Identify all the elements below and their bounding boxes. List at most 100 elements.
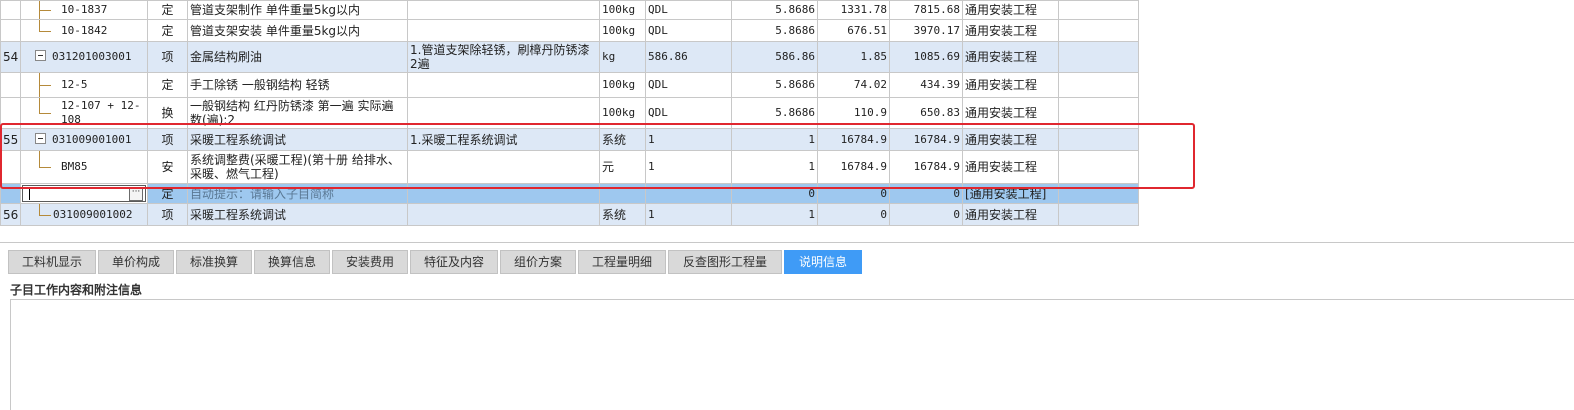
tab-description-info[interactable]: 说明信息 (784, 250, 862, 274)
item-kind[interactable]: 换 (147, 97, 188, 129)
item-category[interactable]: 通用安装工程 (962, 41, 1059, 73)
item-kind[interactable]: 定 (147, 19, 188, 42)
item-feature[interactable] (407, 150, 600, 184)
item-feature[interactable]: 1.管道支架除轻锈，刷樟丹防锈漆2遍 (407, 41, 600, 73)
tab-reverse-graphic-quantity[interactable]: 反查图形工程量 (668, 250, 782, 274)
table-row-editing[interactable]: ··· 定 自动提示：请输入子目简称 0 0 0 [通用安装工程] (0, 183, 1139, 204)
item-category[interactable]: [通用安装工程] (962, 183, 1059, 204)
table-row[interactable]: BM85 安 系统调整费(采暖工程)(第十册 给排水、采暖、燃气工程) 元 1 … (0, 150, 1139, 184)
table-row[interactable]: 10-1837 定 管道支架制作 单件重量5kg以内 100kg QDL 5.8… (0, 0, 1139, 20)
quantity[interactable]: 1 (731, 128, 818, 151)
item-name[interactable]: 一般钢结构 红丹防锈漆 第一遍 实际遍数(遍):2 (187, 97, 408, 129)
code-input[interactable]: ··· (20, 183, 148, 204)
table-row[interactable]: 56 031009001002 项 采暖工程系统调试 系统 1 1 0 0 通用… (0, 203, 1139, 226)
tab-labor-material-machine[interactable]: 工料机显示 (8, 250, 96, 274)
quantity[interactable]: 1 (731, 150, 818, 184)
item-kind[interactable]: 定 (147, 72, 188, 98)
quantity[interactable]: 5.8686 (731, 19, 818, 42)
quantity-expression[interactable]: 586.86 (645, 41, 732, 73)
item-name[interactable]: 采暖工程系统调试 (187, 128, 408, 151)
empty-cell (1058, 41, 1139, 73)
item-unit[interactable]: kg (599, 41, 646, 73)
item-name[interactable]: 金属结构刷油 (187, 41, 408, 73)
tab-unit-price-composition[interactable]: 单价构成 (98, 250, 174, 274)
item-code[interactable]: 10-1842 (20, 19, 148, 42)
item-unit[interactable]: 系统 (599, 128, 646, 151)
quantity-expression[interactable]: 1 (645, 203, 732, 226)
table-row[interactable]: 12-5 定 手工除锈 一般钢结构 轻锈 100kg QDL 5.8686 74… (0, 72, 1139, 98)
item-category[interactable]: 通用安装工程 (962, 72, 1059, 98)
quantity-expression[interactable]: QDL (645, 97, 732, 129)
item-unit[interactable]: 100kg (599, 0, 646, 20)
total-price: 1085.69 (889, 41, 963, 73)
table-row[interactable]: 12-107 + 12-108 换 一般钢结构 红丹防锈漆 第一遍 实际遍数(遍… (0, 97, 1139, 129)
item-kind[interactable]: 项 (147, 128, 188, 151)
item-name[interactable]: 采暖工程系统调试 (187, 203, 408, 226)
table-row[interactable]: 10-1842 定 管道支架安装 单件重量5kg以内 100kg QDL 5.8… (0, 19, 1139, 42)
item-feature[interactable] (407, 183, 600, 204)
tab-quantity-detail[interactable]: 工程量明细 (578, 250, 666, 274)
quantity[interactable]: 0 (731, 183, 818, 204)
quantity-expression[interactable]: QDL (645, 72, 732, 98)
item-unit[interactable]: 100kg (599, 72, 646, 98)
work-content-textarea[interactable] (10, 299, 1574, 410)
quantity[interactable]: 1 (731, 203, 818, 226)
bill-grid: 10-1837 定 管道支架制作 单件重量5kg以内 100kg QDL 5.8… (0, 0, 1139, 226)
item-unit[interactable]: 100kg (599, 97, 646, 129)
collapse-icon[interactable] (35, 50, 46, 61)
item-unit[interactable] (599, 183, 646, 204)
item-code[interactable]: 10-1837 (20, 0, 148, 20)
item-unit[interactable]: 元 (599, 150, 646, 184)
item-name[interactable]: 系统调整费(采暖工程)(第十册 给排水、采暖、燃气工程) (187, 150, 408, 184)
quantity-expression[interactable]: QDL (645, 19, 732, 42)
table-row[interactable]: 55 031009001001 项 采暖工程系统调试 1.采暖工程系统调试 系统… (0, 128, 1139, 151)
item-category[interactable]: 通用安装工程 (962, 203, 1059, 226)
item-code[interactable]: 12-107 + 12-108 (20, 97, 148, 129)
quantity-expression[interactable] (645, 183, 732, 204)
item-code[interactable]: 031009001001 (20, 128, 148, 151)
item-category[interactable]: 通用安装工程 (962, 19, 1059, 42)
item-category[interactable]: 通用安装工程 (962, 0, 1059, 20)
tab-pricing-scheme[interactable]: 组价方案 (500, 250, 576, 274)
item-code[interactable]: 031201003001 (20, 41, 148, 73)
item-code[interactable]: BM85 (20, 150, 148, 184)
item-feature[interactable] (407, 97, 600, 129)
quantity-expression[interactable]: QDL (645, 0, 732, 20)
quantity[interactable]: 5.8686 (731, 97, 818, 129)
item-kind[interactable]: 项 (147, 41, 188, 73)
table-row[interactable]: 54 031201003001 项 金属结构刷油 1.管道支架除轻锈，刷樟丹防锈… (0, 41, 1139, 73)
item-category[interactable]: 通用安装工程 (962, 97, 1059, 129)
row-number (0, 150, 21, 184)
item-kind[interactable]: 定 (147, 0, 188, 20)
item-feature[interactable]: 1.采暖工程系统调试 (407, 128, 600, 151)
quantity[interactable]: 5.8686 (731, 72, 818, 98)
tab-standard-conversion[interactable]: 标准换算 (176, 250, 252, 274)
quantity[interactable]: 5.8686 (731, 0, 818, 20)
collapse-icon[interactable] (35, 132, 46, 144)
item-kind[interactable]: 定 (147, 183, 188, 204)
tab-installation-fee[interactable]: 安装费用 (332, 250, 408, 274)
item-category[interactable]: 通用安装工程 (962, 150, 1059, 184)
tab-conversion-info[interactable]: 换算信息 (254, 250, 330, 274)
item-feature[interactable] (407, 72, 600, 98)
item-code[interactable]: 031009001002 (20, 203, 148, 226)
total-price: 0 (889, 183, 963, 204)
item-code[interactable]: 12-5 (20, 72, 148, 98)
item-feature[interactable] (407, 19, 600, 42)
item-unit[interactable]: 系统 (599, 203, 646, 226)
item-kind[interactable]: 安 (147, 150, 188, 184)
item-feature[interactable] (407, 0, 600, 20)
tab-features-content[interactable]: 特征及内容 (410, 250, 498, 274)
quantity-expression[interactable]: 1 (645, 150, 732, 184)
ellipsis-icon[interactable]: ··· (129, 187, 143, 201)
item-kind[interactable]: 项 (147, 203, 188, 226)
item-feature[interactable] (407, 203, 600, 226)
quantity[interactable]: 586.86 (731, 41, 818, 73)
item-unit[interactable]: 100kg (599, 19, 646, 42)
item-category[interactable]: 通用安装工程 (962, 128, 1059, 151)
item-name[interactable]: 管道支架制作 单件重量5kg以内 (187, 0, 408, 20)
quantity-expression[interactable]: 1 (645, 128, 732, 151)
panel-divider[interactable] (0, 242, 1574, 243)
item-name[interactable]: 管道支架安装 单件重量5kg以内 (187, 19, 408, 42)
item-name[interactable]: 手工除锈 一般钢结构 轻锈 (187, 72, 408, 98)
